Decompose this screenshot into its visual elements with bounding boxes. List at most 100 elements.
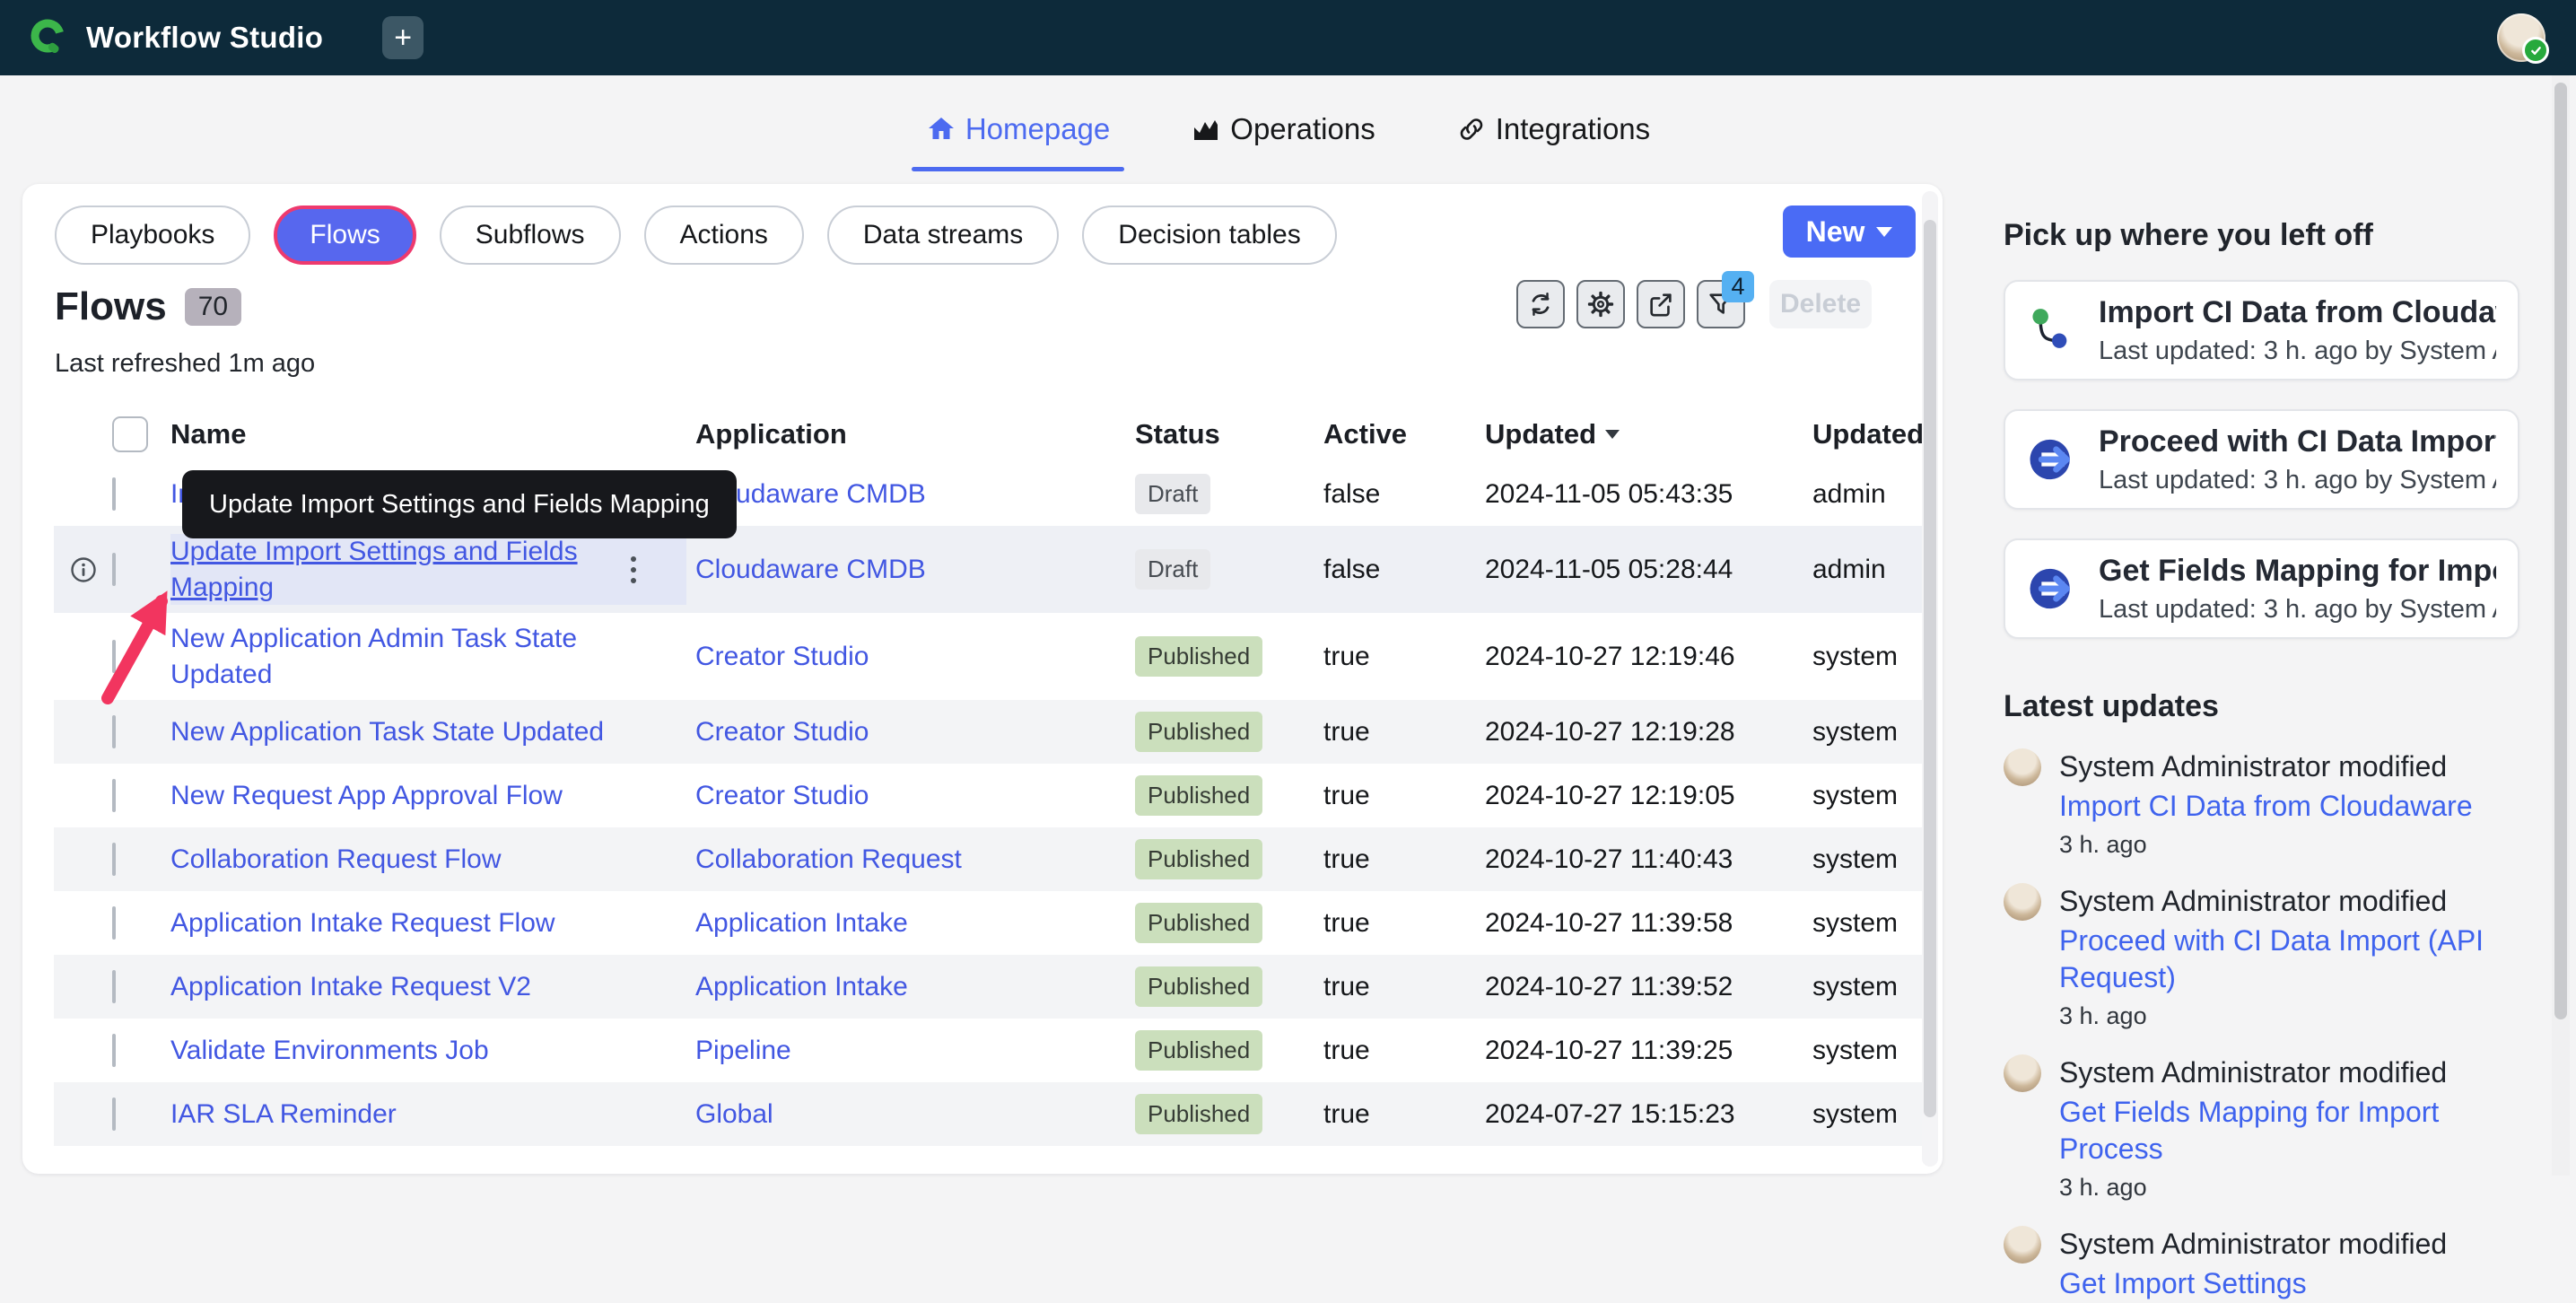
row-checkbox[interactable] xyxy=(112,552,116,586)
update-target-link[interactable]: Get Import Settings xyxy=(2059,1265,2447,1303)
row-checkbox[interactable] xyxy=(112,842,116,876)
flow-name-link[interactable]: Collaboration Request Flow xyxy=(170,842,502,878)
column-header-application[interactable]: Application xyxy=(695,418,1135,450)
flow-name-link[interactable]: Update Import Settings and Fields Mappin… xyxy=(170,534,622,605)
table-row[interactable]: Validate Environments Job Pipeline Publi… xyxy=(54,1019,1929,1082)
row-checkbox[interactable] xyxy=(112,714,116,748)
active-value: true xyxy=(1323,907,1370,938)
application-link[interactable]: Global xyxy=(695,1099,773,1129)
update-time: 3 h. ago xyxy=(2059,830,2147,858)
application-link[interactable]: Application Intake xyxy=(695,908,908,938)
tab-operations[interactable]: Operations xyxy=(1189,107,1376,152)
select-all-checkbox[interactable] xyxy=(112,416,148,452)
delete-button[interactable]: Delete xyxy=(1769,280,1872,328)
table-row[interactable]: New Application Admin Task State Updated… xyxy=(54,613,1929,700)
settings-button[interactable] xyxy=(1576,280,1625,328)
main-tabs: Homepage Operations Integrations xyxy=(0,84,2576,174)
flow-icon xyxy=(2032,309,2067,348)
new-workspace-button[interactable]: + xyxy=(382,16,424,59)
tab-homepage[interactable]: Homepage xyxy=(911,107,1125,171)
table-row[interactable]: Update Import Settings and Fields Mappin… xyxy=(54,526,1929,614)
column-header-name[interactable]: Name xyxy=(170,418,695,450)
proceed-arrow-icon xyxy=(2030,439,2070,480)
pill-flows[interactable]: Flows xyxy=(274,206,416,265)
tab-label: Homepage xyxy=(965,112,1111,145)
table-row[interactable]: Application Intake Request Flow Applicat… xyxy=(54,891,1929,955)
pickup-card[interactable]: Get Fields Mapping for Import... Last up… xyxy=(2004,538,2519,639)
flow-name-link[interactable]: IAR SLA Reminder xyxy=(170,1097,397,1132)
flows-panel: Playbooks Flows Subflows Actions Data stream… xyxy=(22,184,1943,1174)
update-actor-text: System Administrator modified xyxy=(2059,884,2448,917)
pickup-heading: Pick up where you left off xyxy=(2004,218,2373,252)
new-button[interactable]: New xyxy=(1783,206,1916,258)
row-checkbox[interactable] xyxy=(112,1033,116,1067)
page-title: Flows xyxy=(55,284,167,328)
update-target-link[interactable]: Import CI Data from Cloudaware xyxy=(2059,788,2473,826)
application-link[interactable]: Cloudaware CMDB xyxy=(695,555,926,584)
workflow-studio-logo-icon xyxy=(31,19,65,54)
status-badge: Published xyxy=(1135,1094,1263,1135)
row-checkbox[interactable] xyxy=(112,905,116,940)
status-badge: Published xyxy=(1135,1030,1263,1071)
table-scrollbar-thumb[interactable] xyxy=(1924,220,1936,1117)
tab-integrations[interactable]: Integrations xyxy=(1454,107,1652,152)
updated-value: 2024-10-27 11:40:43 xyxy=(1485,844,1733,874)
pickup-card[interactable]: Proceed with CI Data Import (... Last up… xyxy=(2004,409,2519,510)
latest-updates-list: System Administrator modified Import CI … xyxy=(2004,748,2519,1303)
active-value: true xyxy=(1323,971,1370,1001)
table-row[interactable]: IAR SLA Reminder Global Published true 2… xyxy=(54,1082,1929,1147)
row-checkbox[interactable] xyxy=(112,1097,116,1131)
export-button[interactable] xyxy=(1637,280,1685,328)
tab-label: Integrations xyxy=(1495,112,1651,145)
column-header-status[interactable]: Status xyxy=(1135,418,1323,450)
pickup-card-title: Proceed with CI Data Import (... xyxy=(2099,424,2496,459)
application-link[interactable]: Creator Studio xyxy=(695,781,869,810)
filter-button[interactable]: 4 xyxy=(1697,271,1754,328)
column-header-updated-by[interactable]: Updated by xyxy=(1812,418,1929,450)
table-row[interactable]: New Request App Approval Flow Creator St… xyxy=(54,764,1929,827)
flow-name-link[interactable]: New Application Admin Task State Updated xyxy=(170,621,631,692)
flow-name-link[interactable]: Validate Environments Job xyxy=(170,1033,489,1069)
info-icon[interactable] xyxy=(70,556,97,583)
update-time: 3 h. ago xyxy=(2059,1173,2147,1201)
pill-data-streams[interactable]: Data streams xyxy=(826,206,1060,265)
update-target-link[interactable]: Proceed with CI Data Import (API Request… xyxy=(2059,923,2519,997)
refresh-button[interactable] xyxy=(1516,280,1565,328)
row-checkbox[interactable] xyxy=(112,477,116,511)
page-scrollbar xyxy=(2552,75,2570,1176)
table-row[interactable]: New Application Task State Updated Creat… xyxy=(54,700,1929,765)
page-scrollbar-thumb[interactable] xyxy=(2554,83,2567,1019)
pickup-card[interactable]: Import CI Data from Cloudaw... Last upda… xyxy=(2004,280,2519,380)
flow-name-link[interactable]: New Application Task State Updated xyxy=(170,714,604,750)
application-link[interactable]: Creator Studio xyxy=(695,717,869,747)
updated-by-value: system xyxy=(1812,1098,1899,1129)
pill-decision-tables[interactable]: Decision tables xyxy=(1082,206,1337,265)
flow-name-link[interactable]: New Request App Approval Flow xyxy=(170,778,563,814)
workflow-studio-app: { "navbar": { "title": "Workflow Studio"… xyxy=(0,0,2576,1299)
update-target-link[interactable]: Get Fields Mapping for Import Process xyxy=(2059,1094,2519,1168)
pill-playbooks[interactable]: Playbooks xyxy=(55,206,251,265)
pill-actions[interactable]: Actions xyxy=(643,206,804,265)
row-checkbox[interactable] xyxy=(112,778,116,812)
flow-name-link[interactable]: Application Intake Request Flow xyxy=(170,905,555,941)
row-checkbox[interactable] xyxy=(112,639,116,673)
active-value: true xyxy=(1323,641,1370,671)
pill-subflows[interactable]: Subflows xyxy=(439,206,621,265)
row-menu-icon[interactable] xyxy=(631,555,636,583)
user-avatar[interactable] xyxy=(2497,13,2549,64)
column-header-updated[interactable]: Updated xyxy=(1485,418,1812,450)
column-header-active[interactable]: Active xyxy=(1323,418,1485,450)
application-link[interactable]: Application Intake xyxy=(695,972,908,1001)
application-link[interactable]: Collaboration Request xyxy=(695,844,962,874)
application-link[interactable]: Pipeline xyxy=(695,1036,791,1065)
flow-name-link[interactable]: Application Intake Request V2 xyxy=(170,969,531,1005)
application-link[interactable]: Creator Studio xyxy=(695,642,869,671)
table-row[interactable]: Collaboration Request Flow Collaboration… xyxy=(54,827,1929,892)
table-row[interactable]: Application Intake Request V2 Applicatio… xyxy=(54,955,1929,1019)
status-badge: Draft xyxy=(1135,549,1211,590)
pill-label: Playbooks xyxy=(91,220,215,249)
last-refreshed-text: Last refreshed 1m ago xyxy=(55,349,316,378)
row-checkbox[interactable] xyxy=(112,969,116,1003)
active-value: true xyxy=(1323,1098,1370,1129)
pill-label: Flows xyxy=(310,220,380,249)
